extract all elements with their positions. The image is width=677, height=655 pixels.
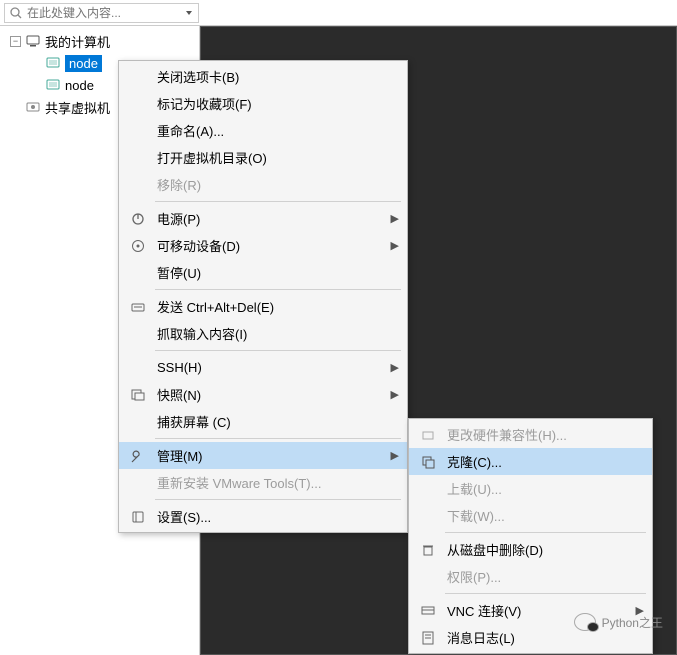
menu-separator: [445, 593, 646, 594]
menu-remove: 移除(R): [119, 171, 407, 198]
power-icon: [125, 211, 151, 227]
menu-removable-devices[interactable]: 可移动设备(D)▶: [119, 232, 407, 259]
computer-icon: [25, 33, 41, 49]
chevron-right-icon: ▶: [387, 449, 399, 462]
menu-separator: [155, 438, 401, 439]
shared-icon: [25, 99, 41, 115]
submenu-permissions: 权限(P)...: [409, 563, 652, 590]
wechat-icon: [574, 613, 596, 631]
wrench-icon: [125, 448, 151, 464]
collapse-icon[interactable]: −: [10, 36, 21, 47]
log-icon: [415, 630, 441, 646]
keyboard-icon: [125, 299, 151, 315]
menu-separator: [155, 289, 401, 290]
search-input[interactable]: [27, 6, 184, 20]
search-box[interactable]: [4, 3, 199, 23]
watermark-text: Python之王: [602, 614, 663, 631]
menu-snapshot[interactable]: 快照(N)▶: [119, 381, 407, 408]
menu-capture-screen[interactable]: 捕获屏幕 (C): [119, 408, 407, 435]
menu-ssh[interactable]: SSH(H)▶: [119, 354, 407, 381]
menu-mark-favorite[interactable]: 标记为收藏项(F): [119, 90, 407, 117]
delete-icon: [415, 542, 441, 558]
menu-rename[interactable]: 重命名(A)...: [119, 117, 407, 144]
submenu-download: 下载(W)...: [409, 502, 652, 529]
menu-send-cad[interactable]: 发送 Ctrl+Alt+Del(E): [119, 293, 407, 320]
vm-icon: [45, 77, 61, 93]
vm-icon: [45, 55, 61, 71]
disc-icon: [125, 238, 151, 254]
menu-grab-input[interactable]: 抓取输入内容(I): [119, 320, 407, 347]
menu-settings[interactable]: 设置(S)...: [119, 503, 407, 530]
menu-power[interactable]: 电源(P)▶: [119, 205, 407, 232]
submenu-upload: 上载(U)...: [409, 475, 652, 502]
context-menu: 关闭选项卡(B) 标记为收藏项(F) 重命名(A)... 打开虚拟机目录(O) …: [118, 60, 408, 533]
menu-separator: [155, 499, 401, 500]
clone-icon: [415, 454, 441, 470]
tree-root[interactable]: − 我的计算机: [8, 30, 199, 52]
menu-separator: [155, 350, 401, 351]
vnc-icon: [415, 603, 441, 619]
search-icon: [9, 6, 23, 20]
tree-label: node: [65, 78, 94, 93]
menu-reinstall-tools: 重新安装 VMware Tools(T)...: [119, 469, 407, 496]
chevron-right-icon: ▶: [387, 388, 399, 401]
menu-manage[interactable]: 管理(M)▶: [119, 442, 407, 469]
snapshot-icon: [125, 387, 151, 403]
chevron-right-icon: ▶: [387, 239, 399, 252]
top-bar: [0, 0, 677, 26]
tree-label: 共享虚拟机: [45, 98, 110, 117]
submenu-clone[interactable]: 克隆(C)...: [409, 448, 652, 475]
menu-pause[interactable]: 暂停(U): [119, 259, 407, 286]
menu-open-vm-dir[interactable]: 打开虚拟机目录(O): [119, 144, 407, 171]
submenu-change-hw: 更改硬件兼容性(H)...: [409, 421, 652, 448]
menu-separator: [155, 201, 401, 202]
watermark: Python之王: [574, 613, 663, 631]
tree-label: 我的计算机: [45, 32, 110, 51]
menu-separator: [445, 532, 646, 533]
hardware-icon: [415, 427, 441, 443]
chevron-right-icon: ▶: [387, 212, 399, 225]
menu-close-tab[interactable]: 关闭选项卡(B): [119, 63, 407, 90]
settings-icon: [125, 509, 151, 525]
dropdown-icon[interactable]: [184, 8, 194, 18]
chevron-right-icon: ▶: [387, 361, 399, 374]
submenu-delete-disk[interactable]: 从磁盘中删除(D): [409, 536, 652, 563]
tree-label: node: [65, 55, 102, 72]
